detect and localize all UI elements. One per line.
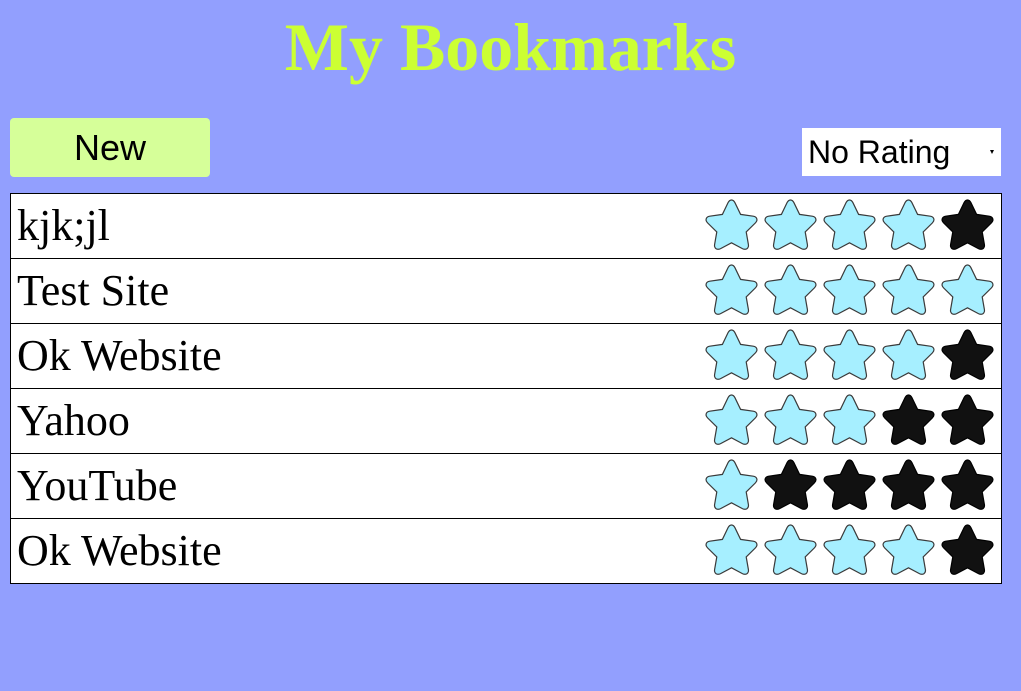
star-filled-icon[interactable]	[820, 326, 879, 386]
bookmark-row: Yahoo	[10, 388, 1002, 453]
star-filled-icon[interactable]	[761, 521, 820, 581]
star-filled-icon[interactable]	[820, 196, 879, 256]
star-empty-icon[interactable]	[938, 326, 997, 386]
bookmark-row: Ok Website	[10, 518, 1002, 584]
star-empty-icon[interactable]	[820, 456, 879, 516]
bookmark-link[interactable]: Yahoo	[17, 389, 130, 453]
bookmark-row: kjk;jl	[10, 193, 1002, 258]
bookmark-list: kjk;jl Test Site Ok Website Yahoo YouTube Ok …	[10, 193, 1002, 584]
star-filled-icon[interactable]	[702, 326, 761, 386]
bookmark-link[interactable]: Test Site	[17, 259, 169, 323]
dropdown-arrow-icon	[990, 150, 994, 154]
star-empty-icon[interactable]	[938, 456, 997, 516]
star-empty-icon[interactable]	[761, 456, 820, 516]
star-filled-icon[interactable]	[761, 391, 820, 451]
rating-filter-value: No Rating	[808, 134, 951, 170]
star-filled-icon[interactable]	[820, 521, 879, 581]
star-empty-icon[interactable]	[938, 521, 997, 581]
star-rating	[702, 196, 997, 256]
new-bookmark-button[interactable]: New	[10, 118, 210, 177]
star-empty-icon[interactable]	[879, 456, 938, 516]
star-empty-icon[interactable]	[879, 391, 938, 451]
star-rating	[702, 391, 997, 451]
star-filled-icon[interactable]	[879, 196, 938, 256]
star-filled-icon[interactable]	[702, 521, 761, 581]
star-rating	[702, 326, 997, 386]
star-filled-icon[interactable]	[820, 391, 879, 451]
star-filled-icon[interactable]	[702, 456, 761, 516]
star-filled-icon[interactable]	[879, 326, 938, 386]
bookmark-row: Test Site	[10, 258, 1002, 323]
bookmark-link[interactable]: Ok Website	[17, 324, 222, 388]
star-filled-icon[interactable]	[761, 326, 820, 386]
page-title: My Bookmarks	[284, 9, 737, 85]
star-filled-icon[interactable]	[702, 196, 761, 256]
star-rating	[702, 261, 997, 321]
star-filled-icon[interactable]	[761, 196, 820, 256]
bookmark-link[interactable]: YouTube	[17, 454, 177, 518]
rating-filter-select[interactable]: No Rating	[802, 128, 1001, 176]
star-filled-icon[interactable]	[938, 261, 997, 321]
star-filled-icon[interactable]	[702, 261, 761, 321]
star-filled-icon[interactable]	[879, 261, 938, 321]
bookmark-row: Ok Website	[10, 323, 1002, 388]
star-rating	[702, 456, 997, 516]
star-empty-icon[interactable]	[938, 391, 997, 451]
star-rating	[702, 521, 997, 581]
bookmark-link[interactable]: Ok Website	[17, 519, 222, 583]
star-empty-icon[interactable]	[938, 196, 997, 256]
star-filled-icon[interactable]	[820, 261, 879, 321]
bookmark-link[interactable]: kjk;jl	[17, 194, 110, 258]
bookmark-row: YouTube	[10, 453, 1002, 518]
star-filled-icon[interactable]	[761, 261, 820, 321]
star-filled-icon[interactable]	[702, 391, 761, 451]
bookmarks-page: My Bookmarks New No Rating kjk;jl Test Si…	[0, 0, 1021, 691]
star-filled-icon[interactable]	[879, 521, 938, 581]
